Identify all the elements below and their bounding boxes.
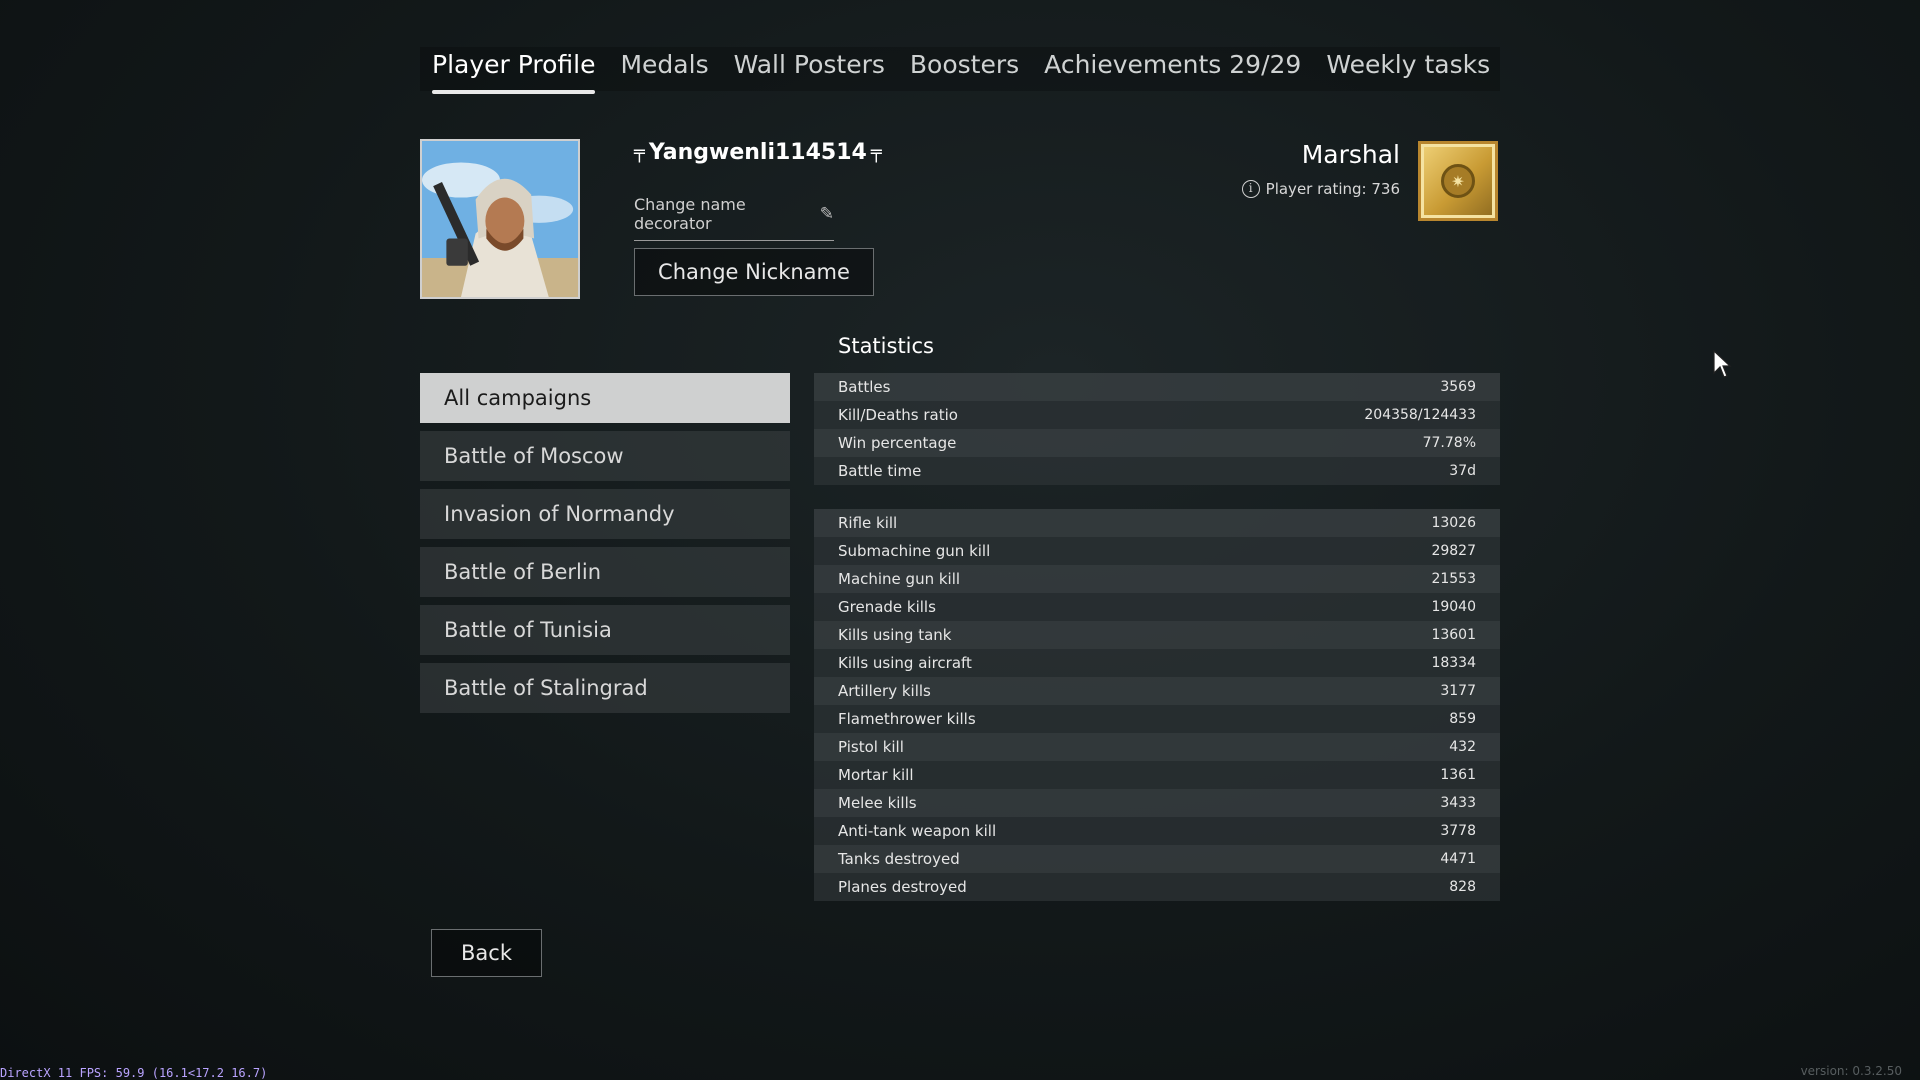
stat-row-melee-kills: Melee kills 3433: [814, 789, 1500, 817]
stat-row-mortar-kill: Mortar kill 1361: [814, 761, 1500, 789]
campaign-battle-of-tunisia[interactable]: Battle of Tunisia: [420, 605, 790, 655]
player-rating: i Player rating: 736: [1241, 180, 1400, 198]
soldier-portrait-image: [422, 141, 578, 297]
stat-value: 19040: [1431, 599, 1476, 615]
campaign-battle-of-berlin[interactable]: Battle of Berlin: [420, 547, 790, 597]
rank-title: Marshal: [1301, 140, 1400, 169]
stat-label: Melee kills: [838, 794, 917, 812]
stat-row-flamethrower-kills: Flamethrower kills 859: [814, 705, 1500, 733]
name-decorator-left-icon: ╤: [634, 142, 645, 163]
tab-player-profile[interactable]: Player Profile: [432, 47, 596, 94]
stat-row-battles: Battles 3569: [814, 373, 1500, 401]
stat-label: Battles: [838, 378, 891, 396]
info-icon[interactable]: i: [1241, 180, 1260, 198]
stat-label: Kills using aircraft: [838, 654, 972, 672]
stat-row-pistol-kill: Pistol kill 432: [814, 733, 1500, 761]
mouse-cursor-icon: [1713, 349, 1732, 378]
statistics-title: Statistics: [838, 334, 934, 358]
change-nickname-button[interactable]: Change Nickname: [634, 248, 874, 296]
stat-label: Machine gun kill: [838, 570, 961, 588]
campaign-battle-of-stalingrad[interactable]: Battle of Stalingrad: [420, 663, 790, 713]
campaign-battle-of-moscow[interactable]: Battle of Moscow: [420, 431, 790, 481]
pencil-icon: ✎: [819, 204, 834, 224]
tab-medals[interactable]: Medals: [620, 47, 708, 91]
stat-value: 3177: [1440, 683, 1476, 699]
stat-label: Kills using tank: [838, 626, 952, 644]
change-name-decorator-link[interactable]: Change name decorator ✎: [634, 195, 834, 241]
stat-row-battle-time: Battle time 37d: [814, 457, 1500, 485]
stat-value: 77.78%: [1422, 435, 1476, 451]
campaign-invasion-of-normandy[interactable]: Invasion of Normandy: [420, 489, 790, 539]
stat-label: Grenade kills: [838, 598, 936, 616]
campaign-all-campaigns[interactable]: All campaigns: [420, 373, 790, 423]
stat-value: 204358/124433: [1364, 407, 1476, 423]
stat-value: 13026: [1431, 515, 1476, 531]
kill-stats-table: Rifle kill 13026 Submachine gun kill 29827…: [814, 509, 1500, 901]
player-rating-text: Player rating: 736: [1265, 180, 1400, 198]
tab-boosters[interactable]: Boosters: [910, 47, 1019, 91]
stat-value: 13601: [1431, 627, 1476, 643]
tab-achievements[interactable]: Achievements 29/29: [1044, 47, 1301, 91]
back-button[interactable]: Back: [431, 929, 542, 977]
stat-label: Planes destroyed: [838, 878, 967, 896]
stat-row-anti-tank-weapon-kill: Anti-tank weapon kill 3778: [814, 817, 1500, 845]
fps-counter: DirectX 11 FPS: 59.9 (16.1<17.2 16.7): [0, 1066, 268, 1080]
rank-emblem-icon: ✷: [1441, 164, 1475, 198]
player-avatar[interactable]: [420, 139, 580, 299]
tab-weekly-tasks[interactable]: Weekly tasks: [1326, 47, 1490, 91]
stat-row-submachine-gun-kill: Submachine gun kill 29827: [814, 537, 1500, 565]
stat-value: 18334: [1431, 655, 1476, 671]
change-name-decorator-label: Change name decorator: [634, 195, 746, 233]
stat-label: Submachine gun kill: [838, 542, 991, 560]
stat-row-tanks-destroyed: Tanks destroyed 4471: [814, 845, 1500, 873]
stat-value: 828: [1449, 879, 1476, 895]
stat-row-kd-ratio: Kill/Deaths ratio 204358/124433: [814, 401, 1500, 429]
player-nickname: ╤ Yangwenli114514 ╤: [634, 140, 882, 165]
stat-value: 1361: [1440, 767, 1476, 783]
stat-label: Flamethrower kills: [838, 710, 976, 728]
stat-value: 4471: [1440, 851, 1476, 867]
stat-row-rifle-kill: Rifle kill 13026: [814, 509, 1500, 537]
stat-label: Artillery kills: [838, 682, 931, 700]
stat-row-kills-using-tank: Kills using tank 13601: [814, 621, 1500, 649]
stat-label: Pistol kill: [838, 738, 904, 756]
stat-row-planes-destroyed: Planes destroyed 828: [814, 873, 1500, 901]
stat-value: 37d: [1449, 463, 1476, 479]
general-stats-table: Battles 3569 Kill/Deaths ratio 204358/1244…: [814, 373, 1500, 485]
stat-value: 21553: [1431, 571, 1476, 587]
stat-value: 3433: [1440, 795, 1476, 811]
stat-value: 859: [1449, 711, 1476, 727]
stat-label: Anti-tank weapon kill: [838, 822, 997, 840]
stat-label: Battle time: [838, 462, 922, 480]
campaign-list: All campaigns Battle of Moscow Invasion …: [420, 373, 790, 721]
stat-value: 432: [1449, 739, 1476, 755]
name-decorator-right-icon: ╤: [870, 142, 882, 163]
stat-row-win-percentage: Win percentage 77.78%: [814, 429, 1500, 457]
stat-row-machine-gun-kill: Machine gun kill 21553: [814, 565, 1500, 593]
stat-value: 29827: [1431, 543, 1476, 559]
stat-row-kills-using-aircraft: Kills using aircraft 18334: [814, 649, 1500, 677]
stat-value: 3569: [1440, 379, 1476, 395]
nickname-text: Yangwenli114514: [648, 140, 867, 165]
stat-row-grenade-kills: Grenade kills 19040: [814, 593, 1500, 621]
stat-label: Win percentage: [838, 434, 957, 452]
stat-label: Kill/Deaths ratio: [838, 406, 958, 424]
stat-label: Mortar kill: [838, 766, 914, 784]
stat-label: Tanks destroyed: [838, 850, 960, 868]
rank-badge-icon: ✷: [1418, 141, 1498, 221]
tab-wall-posters[interactable]: Wall Posters: [734, 47, 885, 91]
stat-label: Rifle kill: [838, 514, 898, 532]
stat-value: 3778: [1440, 823, 1476, 839]
version-label: version: 0.3.2.50: [1800, 1064, 1902, 1078]
stat-row-artillery-kills: Artillery kills 3177: [814, 677, 1500, 705]
tab-bar: Player Profile Medals Wall Posters Boost…: [420, 47, 1500, 94]
